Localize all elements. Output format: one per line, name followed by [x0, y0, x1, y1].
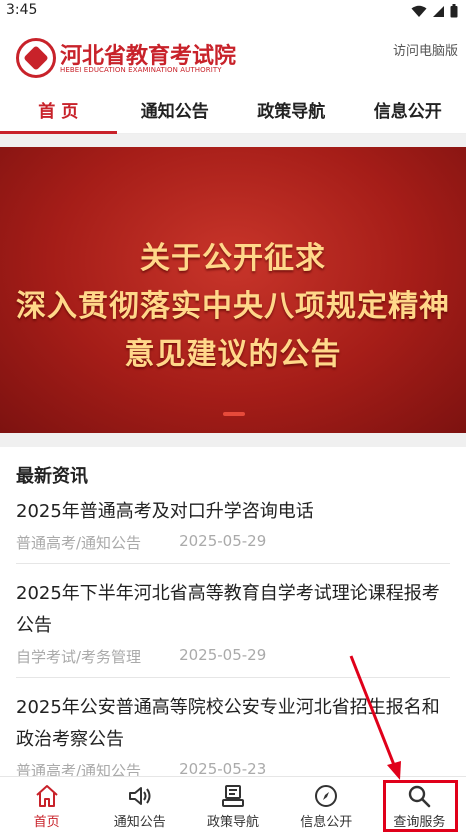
banner-text-line: 关于公开征求 [140, 241, 326, 276]
bottom-tab-query[interactable]: 查询服务 [373, 777, 466, 835]
news-headline[interactable]: 2025年下半年河北省高等教育自学考试理论课程报考公告 [16, 578, 450, 642]
section-title: 最新资讯 [16, 466, 88, 487]
tab-label: 政策导航 [207, 814, 260, 830]
banner-carousel[interactable]: 关于公开征求 深入贯彻落实中央八项规定精神 意见建议的公告 [0, 147, 466, 433]
banner-text-line: 意见建议的公告 [124, 337, 342, 372]
tab-info-disclosure[interactable]: 信息公开 [350, 86, 466, 133]
bottom-tab-bar: 首页 通知公告 政策导航 信息公开 查询服务 [0, 776, 466, 835]
news-headline[interactable]: 2025年普通高考及对口升学咨询电话 [16, 496, 450, 528]
news-meta: 自学考试/考务管理 2025-05-29 [16, 646, 450, 667]
news-category: 自学考试/考务管理 [16, 648, 142, 666]
status-icons [411, 3, 458, 22]
news-date: 2025-05-29 [179, 532, 267, 550]
battery-icon [450, 3, 458, 22]
tab-home[interactable]: 首 页 [0, 86, 117, 134]
signal-icon [432, 3, 445, 22]
news-list: 2025年普通高考及对口升学咨询电话 普通高考/通知公告 2025-05-29 … [16, 494, 450, 804]
bottom-tab-home[interactable]: 首页 [0, 777, 93, 835]
list-item[interactable]: 2025年下半年河北省高等教育自学考试理论课程报考公告 自学考试/考务管理 20… [16, 576, 450, 678]
search-icon [409, 785, 431, 807]
compass-icon [315, 784, 338, 807]
policy-icon [222, 784, 244, 807]
speaker-icon [128, 786, 151, 805]
tab-label: 信息公开 [300, 814, 353, 830]
news-meta: 普通高考/通知公告 2025-05-29 [16, 532, 450, 553]
wifi-icon [411, 3, 427, 22]
site-header: 河北省教育考试院 HEBEI EDUCATION EXAMINATION AUT… [0, 22, 466, 86]
status-time: 3:45 [6, 2, 38, 18]
news-category: 普通高考/通知公告 [16, 534, 142, 552]
bottom-tab-policy[interactable]: 政策导航 [186, 777, 279, 835]
divider [0, 134, 466, 147]
tab-label: 通知公告 [113, 814, 166, 830]
divider [0, 433, 466, 447]
bottom-tab-notices[interactable]: 通知公告 [93, 777, 186, 835]
desktop-version-link[interactable]: 访问电脑版 [393, 40, 458, 59]
bottom-tab-info[interactable]: 信息公开 [280, 777, 373, 835]
tab-label: 首页 [33, 814, 60, 830]
carousel-indicator[interactable] [223, 412, 245, 416]
logo-emblem-icon [16, 38, 56, 78]
tab-policy[interactable]: 政策导航 [233, 86, 350, 133]
tab-label: 查询服务 [393, 814, 446, 830]
home-icon [35, 784, 58, 807]
status-bar: 3:45 [0, 0, 466, 22]
logo-subtitle: HEBEI EDUCATION EXAMINATION AUTHORITY [60, 66, 222, 74]
news-date: 2025-05-29 [179, 646, 267, 664]
banner-text-line: 深入贯彻落实中央八项规定精神 [16, 289, 450, 324]
tab-notices[interactable]: 通知公告 [117, 86, 234, 133]
news-headline[interactable]: 2025年公安普通高等院校公安专业河北省招生报名和政治考察公告 [16, 692, 450, 756]
list-item[interactable]: 2025年普通高考及对口升学咨询电话 普通高考/通知公告 2025-05-29 [16, 494, 450, 564]
top-nav: 首 页 通知公告 政策导航 信息公开 [0, 86, 466, 134]
